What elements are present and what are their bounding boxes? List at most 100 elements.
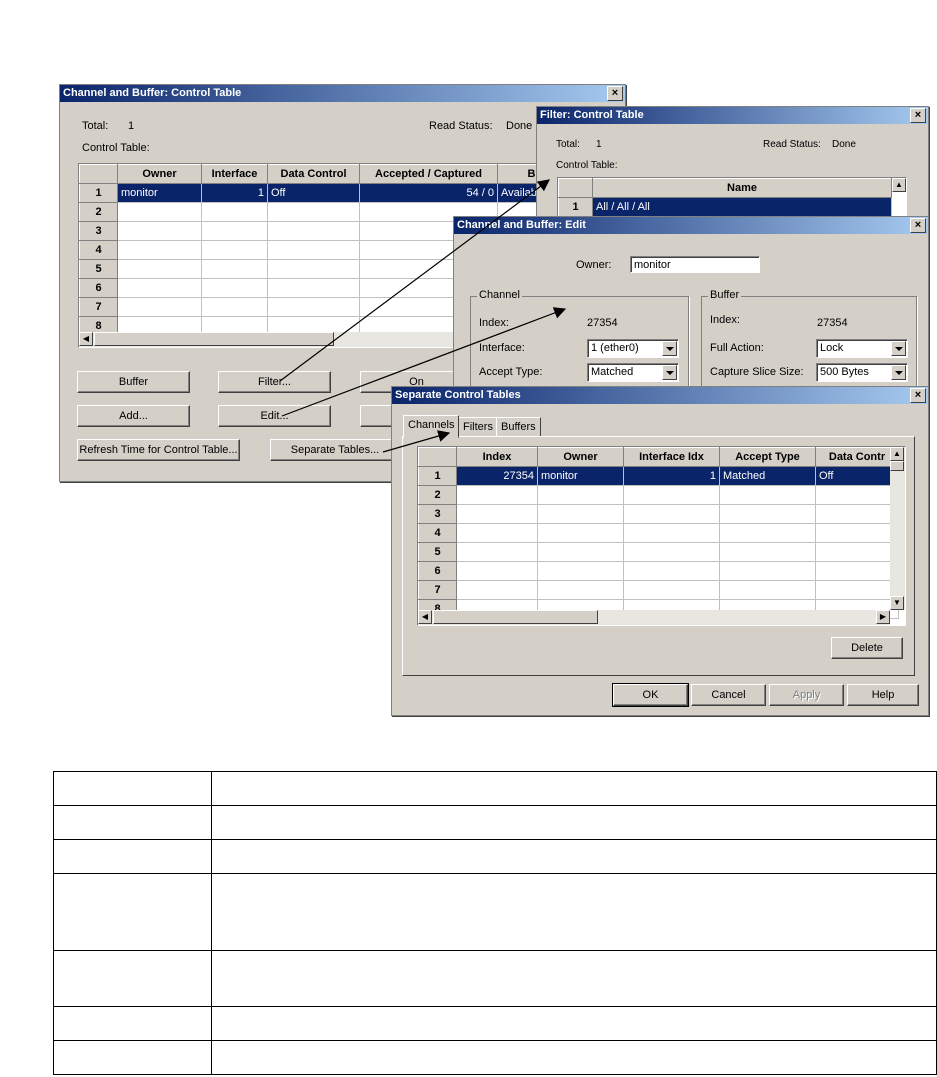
help-button[interactable]: Help (847, 684, 919, 706)
scroll-thumb[interactable] (890, 461, 904, 471)
separate-tables-window: Separate Control Tables × Channels Filte… (391, 386, 929, 716)
table-row[interactable]: 3 (418, 504, 899, 524)
accept-type-select-value: Matched (591, 366, 634, 378)
table-row[interactable]: 1 27354 monitor 1 Matched Off (418, 466, 899, 486)
owner-field[interactable]: monitor (630, 256, 760, 273)
column-header-name[interactable]: Name (592, 178, 892, 198)
close-icon[interactable]: × (910, 108, 926, 123)
capture-slice-select-value: 500 Bytes (820, 366, 869, 378)
row-number: 1 (418, 466, 457, 486)
close-icon[interactable]: × (910, 388, 926, 403)
doc-cell (53, 771, 212, 806)
interface-select[interactable]: 1 (ether0) (587, 339, 679, 358)
row-number: 7 (79, 297, 118, 317)
scroll-thumb[interactable] (94, 332, 334, 346)
doc-cell (53, 839, 212, 874)
document-table (53, 771, 937, 1075)
buffer-button[interactable]: Buffer (77, 371, 190, 393)
cell-data-control: Off (267, 183, 360, 203)
table-row[interactable]: 7 (418, 580, 899, 600)
chevron-down-icon[interactable] (662, 341, 677, 356)
capture-slice-select[interactable]: 500 Bytes (816, 363, 908, 382)
doc-cell (53, 1006, 212, 1041)
doc-cell (211, 839, 937, 874)
chevron-down-icon[interactable] (662, 365, 677, 380)
column-header-accept-type[interactable]: Accept Type (719, 447, 816, 467)
chevron-down-icon[interactable] (891, 365, 906, 380)
cell-index: 27354 (456, 466, 538, 486)
separate-tables-button[interactable]: Separate Tables... (270, 439, 400, 461)
column-header-owner[interactable]: Owner (117, 164, 202, 184)
scroll-left-icon[interactable]: ◀ (418, 610, 432, 624)
apply-button[interactable]: Apply (769, 684, 844, 706)
table-row[interactable]: 6 (418, 561, 899, 581)
doc-cell (211, 1006, 937, 1041)
ok-button[interactable]: OK (612, 683, 689, 707)
tab-buffers[interactable]: Buffers (496, 417, 541, 437)
tab-strip: Channels Filters Buffers (403, 415, 913, 438)
table-row[interactable]: 1 monitor 1 Off 54 / 0 Availab (79, 183, 549, 203)
scroll-up-icon[interactable]: ▲ (890, 447, 904, 461)
cell-owner: monitor (537, 466, 624, 486)
cell-accepted: 54 / 0 (359, 183, 498, 203)
control-table-label: Control Table: (82, 142, 150, 154)
row-number: 3 (418, 504, 457, 524)
table-row[interactable]: 1 All / All / All (558, 197, 892, 217)
row-number: 5 (79, 259, 118, 279)
filter-grid[interactable]: Name 1 All / All / All ▲ (557, 177, 907, 217)
table-row[interactable]: 2 (418, 485, 899, 505)
column-header-data-control[interactable]: Data Control (267, 164, 360, 184)
refresh-time-button[interactable]: Refresh Time for Control Table... (77, 439, 240, 461)
tab-filters[interactable]: Filters (458, 417, 498, 437)
scroll-thumb[interactable] (433, 610, 598, 624)
channels-grid[interactable]: Index Owner Interface Idx Accept Type Da… (417, 446, 906, 626)
column-header-owner[interactable]: Owner (537, 447, 624, 467)
interface-select-value: 1 (ether0) (591, 342, 639, 354)
table-row[interactable]: 5 (418, 542, 899, 562)
corner-header (558, 178, 593, 198)
delete-button[interactable]: Delete (831, 637, 903, 659)
row-number: 6 (79, 278, 118, 298)
edit-button[interactable]: Edit... (218, 405, 331, 427)
doc-cell (211, 873, 937, 951)
row-number: 4 (418, 523, 457, 543)
table-row[interactable]: 4 (418, 523, 899, 543)
accept-type-select[interactable]: Matched (587, 363, 679, 382)
cell-interface-idx: 1 (623, 466, 720, 486)
cell-data-control: Off (815, 466, 899, 486)
doc-cell (53, 805, 212, 840)
cell-name: All / All / All (592, 197, 892, 217)
filter-button[interactable]: Filter... (218, 371, 331, 393)
column-header-index[interactable]: Index (456, 447, 538, 467)
row-number: 4 (79, 240, 118, 260)
scroll-left-icon[interactable]: ◀ (79, 332, 93, 346)
doc-cell (211, 771, 937, 806)
read-status-label: Read Status: (429, 120, 493, 132)
separate-titlebar: Separate Control Tables × (392, 387, 928, 404)
column-header-interface-idx[interactable]: Interface Idx (623, 447, 720, 467)
total-label: Total: (82, 120, 109, 132)
row-number: 5 (418, 542, 457, 562)
add-button[interactable]: Add... (77, 405, 190, 427)
full-action-select[interactable]: Lock (816, 339, 908, 358)
close-icon[interactable]: × (607, 86, 623, 101)
buffer-index-label: Index: (710, 314, 740, 326)
scroll-right-icon[interactable]: ▶ (876, 610, 890, 624)
column-header-accepted[interactable]: Accepted / Captured (359, 164, 498, 184)
horizontal-scrollbar[interactable]: ◀ ▶ (418, 610, 890, 625)
doc-cell (211, 950, 937, 1007)
doc-cell (53, 873, 212, 951)
vertical-scrollbar[interactable]: ▲ ▼ (890, 447, 905, 610)
full-action-select-value: Lock (820, 342, 844, 354)
window-title: Separate Control Tables (395, 389, 521, 401)
scroll-down-icon[interactable]: ▼ (890, 596, 904, 610)
cancel-button[interactable]: Cancel (691, 684, 766, 706)
filter-window: Filter: Control Table × Total: 1 Read St… (536, 106, 929, 218)
tab-channels[interactable]: Channels (403, 415, 460, 438)
column-header-data-control[interactable]: Data Contr (815, 447, 899, 467)
chevron-down-icon[interactable] (891, 341, 906, 356)
close-icon[interactable]: × (910, 218, 926, 233)
column-header-interface[interactable]: Interface (201, 164, 268, 184)
scroll-up-icon[interactable]: ▲ (892, 178, 906, 192)
capture-slice-label: Capture Slice Size: (710, 366, 804, 378)
